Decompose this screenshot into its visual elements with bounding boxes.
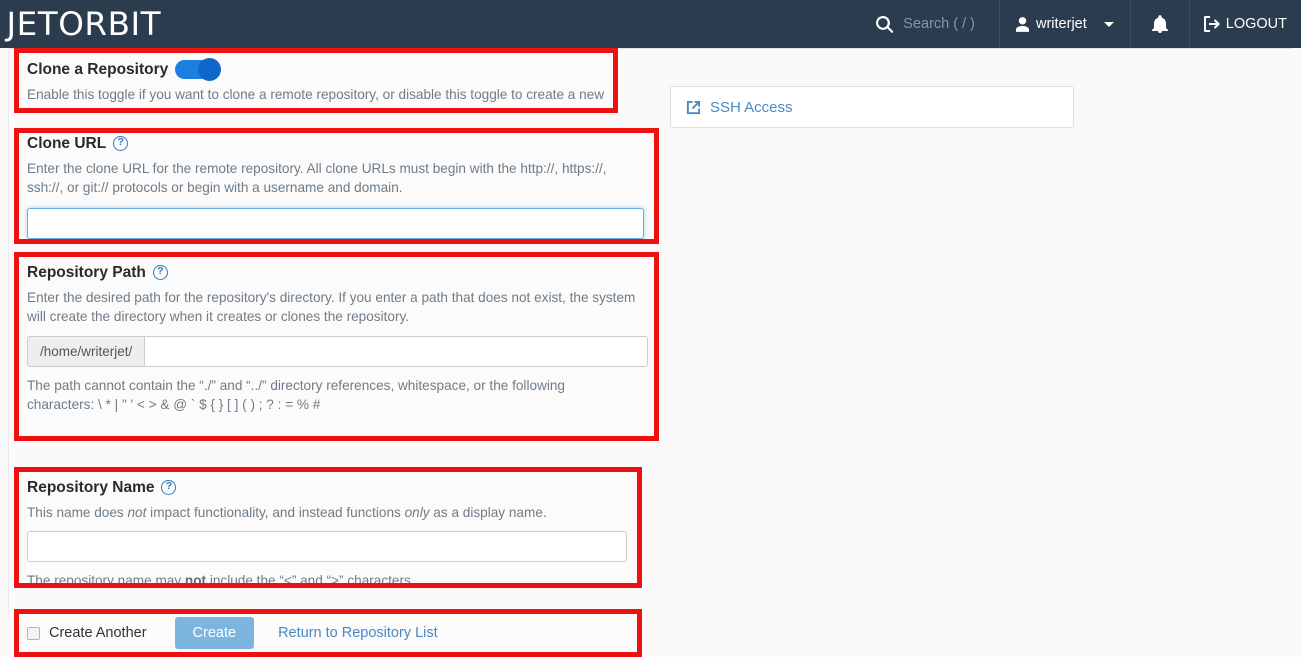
clone-url-title-row: Clone URL ? xyxy=(27,135,642,152)
clone-url-title: Clone URL xyxy=(27,135,107,152)
rn-note-b: include the “<” and “>” characters. xyxy=(206,573,415,588)
clone-url-section: Clone URL ? Enter the clone URL for the … xyxy=(14,128,659,244)
logout-button[interactable]: LOGOUT xyxy=(1190,0,1301,48)
ssh-access-link[interactable]: SSH Access xyxy=(686,99,793,116)
create-another-checkbox[interactable] xyxy=(27,626,40,640)
clone-repository-toggle[interactable] xyxy=(175,58,222,81)
ssh-access-label: SSH Access xyxy=(710,98,793,116)
external-link-icon xyxy=(686,100,701,115)
bell-icon xyxy=(1151,15,1168,33)
repository-path-prefix: /home/writerjet/ xyxy=(27,335,145,367)
header-right-group: Search ( / ) writerjet LOGOUT xyxy=(862,0,1301,48)
repository-name-description: This name does not impact functionality,… xyxy=(27,503,625,522)
rn-desc-c: as a display name. xyxy=(429,505,547,521)
search-input[interactable]: Search ( / ) xyxy=(862,0,999,48)
repository-path-input[interactable] xyxy=(144,335,648,367)
question-circle-icon[interactable]: ? xyxy=(152,265,168,281)
clone-url-description: Enter the clone URL for the remote repos… xyxy=(27,161,607,196)
repository-path-section: Repository Path ? Enter the desired path… xyxy=(14,252,659,441)
notifications-button[interactable] xyxy=(1131,0,1189,48)
rn-desc-b: impact functionality, and instead functi… xyxy=(146,505,405,521)
logout-label: LOGOUT xyxy=(1225,16,1287,32)
user-name-label: writerjet xyxy=(1036,16,1087,32)
rn-note-a: The repository name may xyxy=(27,573,185,588)
brand-logo[interactable]: JETORBIT xyxy=(0,0,160,48)
return-to-repository-list-link[interactable]: Return to Repository List xyxy=(278,625,438,641)
top-header-bar: JETORBIT Search ( / ) writerjet LOGOUT xyxy=(0,0,1301,48)
rn-note-strong: not xyxy=(184,573,207,588)
user-icon xyxy=(1016,16,1029,32)
search-icon xyxy=(876,15,894,33)
repository-path-input-group: /home/writerjet/ xyxy=(27,335,648,367)
brand-logo-text: JETORBIT xyxy=(6,5,162,43)
form-actions-row: Create Another Create Return to Reposito… xyxy=(19,614,637,652)
clone-repository-description: Enable this toggle if you want to clone … xyxy=(27,87,605,108)
sign-out-icon xyxy=(1203,16,1220,32)
rn-desc-em1: not xyxy=(127,505,147,521)
repository-path-description: Enter the desired path for the repositor… xyxy=(27,290,636,325)
rn-desc-em2: only xyxy=(404,505,430,521)
user-menu-button[interactable]: writerjet xyxy=(1000,0,1130,48)
repository-path-title-row: Repository Path ? xyxy=(27,264,642,281)
repository-name-title-row: Repository Name ? xyxy=(27,479,625,496)
ssh-access-card: SSH Access xyxy=(670,86,1074,128)
toggle-knob xyxy=(198,58,222,81)
question-circle-icon[interactable]: ? xyxy=(113,136,129,152)
form-actions-section: Create Another Create Return to Reposito… xyxy=(14,609,642,657)
clone-repository-toggle-section: Clone a Repository Enable this toggle if… xyxy=(14,48,618,113)
repository-path-title: Repository Path xyxy=(27,264,146,281)
question-circle-icon[interactable]: ? xyxy=(161,480,177,496)
repository-name-title: Repository Name xyxy=(27,479,155,496)
page-body: Clone a Repository Enable this toggle if… xyxy=(0,48,1301,657)
clone-url-input[interactable] xyxy=(27,207,644,239)
content-left-edge xyxy=(8,48,9,614)
create-button[interactable]: Create xyxy=(174,617,255,649)
search-placeholder-text: Search ( / ) xyxy=(903,16,975,32)
rn-desc-a: This name does xyxy=(27,505,128,521)
clone-repository-title: Clone a Repository xyxy=(27,60,169,78)
repository-name-input[interactable] xyxy=(27,531,627,563)
repository-name-section: Repository Name ? This name does not imp… xyxy=(14,467,642,588)
clone-repository-title-row: Clone a Repository xyxy=(27,58,603,81)
chevron-down-icon xyxy=(1103,21,1114,27)
repository-path-note: The path cannot contain the “./” and “..… xyxy=(27,377,565,412)
repository-name-note: The repository name may not include the … xyxy=(27,571,625,588)
create-another-label: Create Another xyxy=(49,625,147,641)
